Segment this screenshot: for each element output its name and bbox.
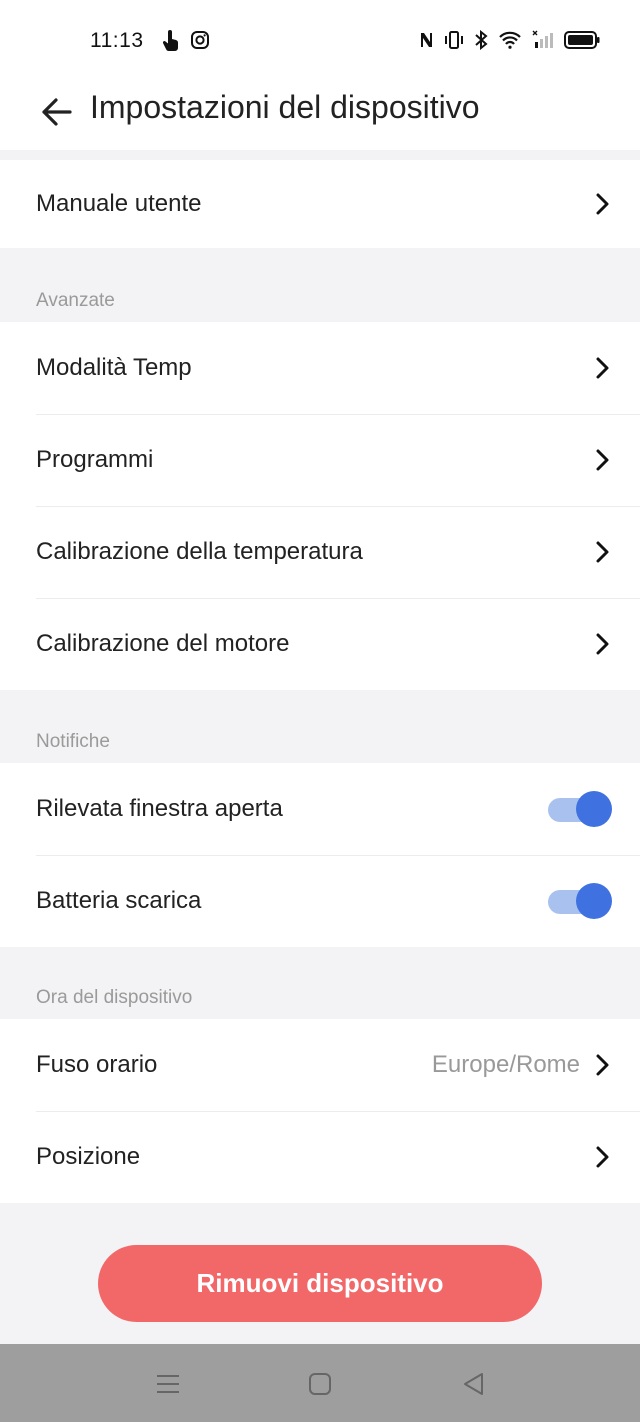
position-label: Posizione [36, 1143, 141, 1170]
notification-item-low-battery: Batteria scarica [0, 855, 640, 947]
status-time: 11:13 [90, 29, 144, 52]
back-triangle-icon[interactable] [460, 1370, 488, 1398]
manual-label: Manuale utente [36, 190, 202, 217]
advanced-item-label: Modalità Temp [36, 354, 192, 381]
advanced-item-label: Calibrazione della temperatura [36, 538, 363, 565]
remove-device-button[interactable]: Rimuovi dispositivo [98, 1245, 542, 1322]
advanced-item-label: Calibrazione del motore [36, 630, 290, 657]
device-time-group: Fuso orario Europe/Rome Posizione [0, 1019, 640, 1203]
cell-signal-icon [532, 30, 554, 50]
toggle-knob [576, 791, 612, 827]
chevron-right-icon [596, 633, 609, 655]
status-left-icons [162, 30, 210, 52]
notifications-group: Rilevata finestra aperta Batteria scaric… [0, 763, 640, 947]
advanced-group: Modalità Temp Programmi Calibrazione del… [0, 322, 640, 690]
advanced-item-motor-calibration[interactable]: Calibrazione del motore [0, 598, 640, 690]
menu-icon[interactable] [154, 1370, 182, 1398]
toggle-knob [576, 883, 612, 919]
chevron-right-icon [596, 1146, 609, 1168]
advanced-item-temp-mode[interactable]: Modalità Temp [0, 322, 640, 414]
chevron-right-icon [596, 357, 609, 379]
vibrate-icon [444, 31, 464, 49]
chevron-right-icon [596, 449, 609, 471]
back-arrow-icon[interactable] [38, 92, 78, 132]
advanced-item-label: Programmi [36, 446, 154, 473]
instagram-icon [190, 30, 210, 52]
timezone-row[interactable]: Fuso orario Europe/Rome [0, 1019, 640, 1111]
page-title: Impostazioni del dispositivo [90, 89, 480, 125]
timezone-value: Europe/Rome [431, 1051, 580, 1078]
battery-icon [564, 31, 600, 49]
notification-item-window-open: Rilevata finestra aperta [0, 763, 640, 855]
status-right-icons [418, 30, 600, 50]
bluetooth-icon [474, 30, 488, 50]
chevron-right-icon [596, 193, 609, 215]
window-open-toggle[interactable] [546, 791, 612, 827]
low-battery-toggle[interactable] [546, 883, 612, 919]
section-label-device-time: Ora del dispositivo [36, 987, 193, 1008]
position-row[interactable]: Posizione [0, 1111, 640, 1203]
section-label-advanced: Avanzate [36, 290, 115, 311]
system-nav-bar [0, 1344, 640, 1422]
notification-item-label: Batteria scarica [36, 887, 202, 914]
chevron-right-icon [596, 541, 609, 563]
manual-group: Manuale utente [0, 160, 640, 248]
advanced-item-temp-calibration[interactable]: Calibrazione della temperatura [0, 506, 640, 598]
touch-hand-icon [162, 30, 180, 52]
timezone-label: Fuso orario [36, 1051, 158, 1078]
home-square-icon[interactable] [306, 1370, 334, 1398]
wifi-icon [498, 30, 522, 50]
advanced-item-programs[interactable]: Programmi [0, 414, 640, 506]
section-label-notifications: Notifiche [36, 731, 110, 752]
nfc-icon [418, 31, 434, 49]
manual-row[interactable]: Manuale utente [0, 160, 640, 248]
status-bar: 11:13 [0, 0, 640, 80]
chevron-right-icon [596, 1054, 609, 1076]
notification-item-label: Rilevata finestra aperta [36, 795, 283, 822]
header: Impostazioni del dispositivo [0, 80, 640, 150]
